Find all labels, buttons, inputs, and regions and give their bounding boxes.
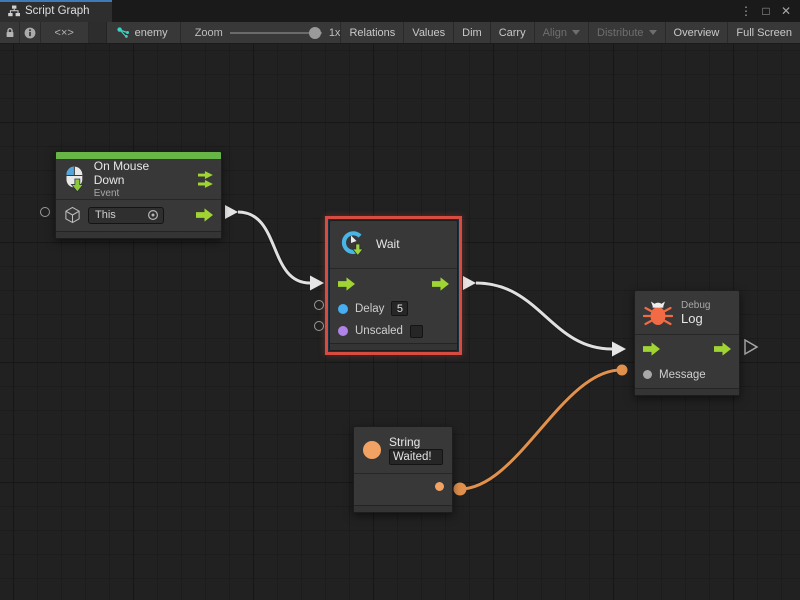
code-view-icon: <×> xyxy=(55,27,74,39)
delay-value-input[interactable] xyxy=(391,301,408,316)
target-object-field[interactable] xyxy=(88,207,164,224)
delay-label: Delay xyxy=(355,303,384,315)
node-category: Debug xyxy=(681,300,710,311)
log-output-arrow[interactable] xyxy=(745,340,757,354)
mousedown-target-port[interactable] xyxy=(40,207,50,217)
toolbar: <×> enemy Zoom 1x Relations Values Dim C… xyxy=(0,22,800,44)
chevron-down-icon xyxy=(572,30,580,35)
wire-mousedown-to-wait[interactable] xyxy=(238,212,310,283)
unscaled-value-port[interactable] xyxy=(338,326,348,336)
zoom-value: 1x xyxy=(329,27,341,39)
code-view-button[interactable]: <×> xyxy=(41,22,89,43)
align-dropdown[interactable]: Align xyxy=(534,22,588,43)
align-label: Align xyxy=(543,27,567,39)
chevron-down-icon xyxy=(649,30,657,35)
dim-button[interactable]: Dim xyxy=(453,22,490,43)
wire-end-arrow xyxy=(612,342,626,357)
trigger-output-port[interactable] xyxy=(196,208,213,222)
unscaled-checkbox[interactable] xyxy=(410,325,423,338)
script-graph-window: Script Graph ⋮ □ ✕ <×> xyxy=(0,0,800,600)
tab-script-graph[interactable]: Script Graph xyxy=(0,0,112,22)
wire-start-arrow xyxy=(463,276,476,290)
node-debug-log[interactable]: Debug Log Message xyxy=(634,290,740,396)
graph-asset-icon xyxy=(117,27,130,38)
object-picker-icon[interactable] xyxy=(147,209,159,221)
node-string-literal[interactable]: String xyxy=(353,426,453,513)
active-tab-stripe xyxy=(0,0,112,2)
delay-value-port[interactable] xyxy=(338,304,348,314)
lock-button[interactable] xyxy=(0,22,20,43)
overview-button[interactable]: Overview xyxy=(665,22,728,43)
event-trigger-icon xyxy=(198,171,213,188)
distribute-dropdown[interactable]: Distribute xyxy=(588,22,664,43)
message-value-port[interactable] xyxy=(643,370,652,379)
zoom-slider[interactable] xyxy=(230,22,322,44)
info-icon xyxy=(24,27,36,39)
debug-bug-icon xyxy=(643,299,673,327)
info-button[interactable] xyxy=(20,22,40,43)
node-subtitle: Event xyxy=(94,188,182,199)
full-screen-label: Full Screen xyxy=(736,27,792,39)
graph-name: enemy xyxy=(135,27,168,39)
target-object-input[interactable] xyxy=(95,209,143,221)
wire-start-arrow xyxy=(225,205,238,219)
tab-label: Script Graph xyxy=(25,5,90,17)
relations-button[interactable]: Relations xyxy=(340,22,403,43)
string-value-input[interactable] xyxy=(389,449,443,465)
relations-label: Relations xyxy=(349,27,395,39)
trigger-input-port[interactable] xyxy=(643,342,660,356)
wire-wait-to-log[interactable] xyxy=(476,283,612,349)
wire-value-endpoint xyxy=(454,483,467,496)
graph-breadcrumb[interactable]: enemy xyxy=(107,22,181,43)
close-icon[interactable]: ✕ xyxy=(778,3,794,19)
trigger-output-port[interactable] xyxy=(432,277,449,291)
selection-outline: Wait Delay xyxy=(325,216,462,355)
node-title: On Mouse Down xyxy=(94,159,182,187)
wait-unscaled-port-outer[interactable] xyxy=(314,321,324,331)
string-literal-icon xyxy=(362,440,382,460)
node-footer xyxy=(56,231,221,238)
overview-label: Overview xyxy=(674,27,720,39)
node-title: Wait xyxy=(376,237,400,251)
node-title: String xyxy=(389,435,443,449)
distribute-label: Distribute xyxy=(597,27,643,39)
mouse-down-icon xyxy=(64,166,86,193)
zoom-control: Zoom 1x xyxy=(181,22,341,43)
node-footer xyxy=(635,388,739,395)
graph-canvas[interactable]: On Mouse Down Event xyxy=(0,44,800,600)
menu-icon[interactable]: ⋮ xyxy=(738,3,754,19)
node-footer xyxy=(354,505,452,512)
gameobject-cube-icon xyxy=(64,206,81,224)
node-footer xyxy=(330,343,457,350)
wire-value-endpoint xyxy=(617,365,628,376)
event-color-bar xyxy=(56,152,221,159)
string-output-port[interactable] xyxy=(435,482,444,491)
trigger-output-port[interactable] xyxy=(714,342,731,356)
wire-string-to-message[interactable] xyxy=(460,370,621,489)
carry-label: Carry xyxy=(499,27,526,39)
dim-label: Dim xyxy=(462,27,482,39)
graph-icon xyxy=(8,5,20,17)
node-title: Log xyxy=(681,311,710,326)
wire-end-arrow xyxy=(310,276,324,291)
unscaled-label: Unscaled xyxy=(355,325,403,337)
values-button[interactable]: Values xyxy=(403,22,453,43)
node-wait[interactable]: Wait Delay xyxy=(329,220,458,351)
zoom-label: Zoom xyxy=(195,27,223,39)
maximize-icon[interactable]: □ xyxy=(758,3,774,19)
toolbar-gap xyxy=(89,22,107,43)
carry-button[interactable]: Carry xyxy=(490,22,534,43)
full-screen-button[interactable]: Full Screen xyxy=(727,22,800,43)
wait-icon xyxy=(338,228,368,260)
node-on-mouse-down[interactable]: On Mouse Down Event xyxy=(55,151,222,239)
zoom-slider-handle[interactable] xyxy=(309,27,321,39)
lock-icon xyxy=(4,27,16,39)
titlebar: Script Graph ⋮ □ ✕ xyxy=(0,0,800,22)
trigger-input-port[interactable] xyxy=(338,277,355,291)
window-controls: ⋮ □ ✕ xyxy=(738,0,800,22)
wait-delay-port-outer[interactable] xyxy=(314,300,324,310)
values-label: Values xyxy=(412,27,445,39)
message-label: Message xyxy=(659,369,706,381)
